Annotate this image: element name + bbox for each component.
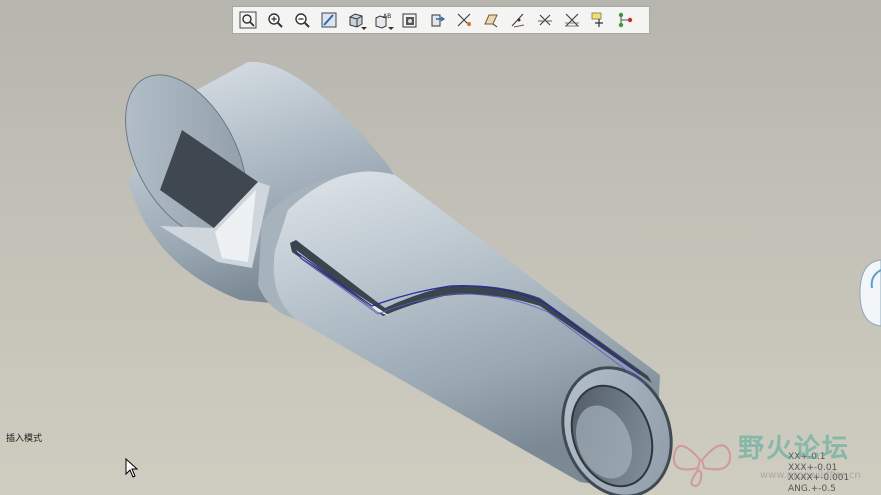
datum-points-icon bbox=[511, 13, 524, 28]
mouse-cursor-icon bbox=[125, 458, 139, 478]
zoom-fit-icon bbox=[239, 11, 256, 29]
datum-planes-button[interactable] bbox=[452, 9, 475, 31]
view-manager-icon bbox=[431, 14, 445, 27]
zoom-out-icon bbox=[294, 13, 310, 28]
cylinder-part[interactable] bbox=[101, 55, 690, 495]
datum-points-button[interactable] bbox=[506, 9, 529, 31]
watermark-url: www.proewildfire.cn bbox=[760, 470, 861, 481]
annotation-icon bbox=[564, 13, 579, 27]
repaint-icon bbox=[321, 12, 336, 28]
zoom-fit-button[interactable] bbox=[236, 9, 259, 31]
zoom-in-button[interactable] bbox=[263, 9, 286, 31]
status-message: 插入模式 bbox=[6, 434, 43, 444]
layers-button[interactable] bbox=[398, 9, 421, 31]
spin-center-button[interactable] bbox=[587, 9, 610, 31]
repaint-button[interactable] bbox=[317, 9, 340, 31]
csys-icon bbox=[537, 14, 552, 26]
spin-center-icon bbox=[591, 12, 603, 27]
butterfly-logo-icon bbox=[672, 444, 732, 488]
model-tree-button[interactable] bbox=[614, 9, 637, 31]
chevron-down-icon bbox=[388, 27, 394, 30]
zoom-out-button[interactable] bbox=[290, 9, 313, 31]
model-viewport[interactable] bbox=[0, 0, 881, 495]
view-toolbar: AB bbox=[232, 6, 650, 34]
side-panel-handle[interactable] bbox=[858, 258, 881, 328]
csys-button[interactable] bbox=[533, 9, 556, 31]
layers-icon bbox=[402, 13, 416, 28]
saved-views-label: AB bbox=[383, 13, 391, 20]
datum-axes-icon bbox=[483, 14, 498, 28]
watermark-text: 野火论坛 bbox=[738, 434, 851, 464]
display-style-button[interactable] bbox=[344, 9, 367, 31]
annotations-button[interactable] bbox=[560, 9, 583, 31]
saved-views-button[interactable]: AB bbox=[371, 9, 394, 31]
zoom-in-icon bbox=[267, 13, 283, 28]
datum-axes-button[interactable] bbox=[479, 9, 502, 31]
view-manager-button[interactable] bbox=[425, 9, 448, 31]
model-tree-icon bbox=[618, 12, 632, 28]
datum-planes-icon bbox=[457, 13, 471, 27]
chevron-down-icon bbox=[361, 27, 367, 30]
